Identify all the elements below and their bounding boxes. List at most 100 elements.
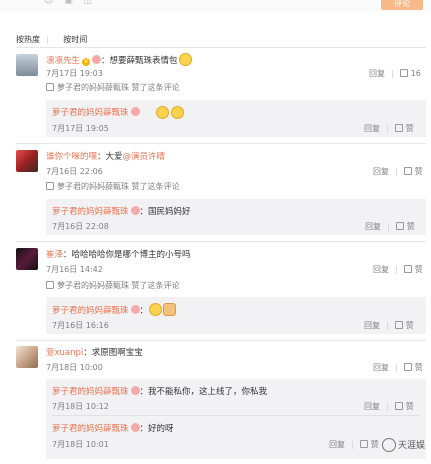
comment-username[interactable]: 崔泽 (46, 250, 63, 260)
like-icon[interactable] (394, 402, 403, 410)
comment-body: 崔泽：哈哈哈哈你是哪个博主的小号吗 (46, 248, 191, 260)
divider (16, 143, 426, 144)
like-button[interactable]: 赞 (415, 363, 423, 372)
sort-by-hot-tab[interactable]: 按热度 (16, 35, 40, 44)
reply-button[interactable]: 回复 (369, 69, 385, 78)
reply-button[interactable]: 回复 (364, 402, 380, 411)
reply-button[interactable]: 回复 (373, 363, 389, 372)
author-liked-note: 萝子君的妈妈薛甄珠 赞了这条评论 (46, 181, 180, 192)
like-button[interactable]: 赞 (406, 402, 414, 411)
comment-text: ：想要薛甄珠表情包 (101, 56, 178, 66)
like-button[interactable]: 赞 (371, 440, 379, 449)
thumbs-up-icon (46, 182, 54, 190)
reply-time: 7月16日 16:16 (52, 321, 109, 330)
like-icon[interactable] (394, 321, 403, 329)
sort-by-time-tab[interactable]: 按时间 (63, 35, 87, 44)
cat-emoji-icon (163, 303, 177, 316)
avatar[interactable] (16, 346, 38, 368)
comment-actions: 回复 | 赞 (373, 362, 423, 373)
like-icon[interactable] (399, 69, 408, 77)
comment-body: 凛凛先生 V ：想要薛甄珠表情包 (46, 53, 192, 66)
reply-text: ： (139, 306, 149, 316)
reply-button[interactable]: 回复 (373, 167, 389, 176)
avatar[interactable] (16, 54, 38, 76)
mention-link[interactable]: @演员许晴 (123, 152, 166, 162)
like-count: 16 (410, 69, 421, 78)
like-icon[interactable] (394, 124, 403, 132)
like-button[interactable]: 赞 (415, 167, 423, 176)
divider (16, 340, 426, 341)
emoji-icon (156, 106, 169, 119)
comment-text: ：哈哈哈哈你是哪个博主的小号吗 (63, 250, 191, 260)
reply-button[interactable]: 回复 (365, 222, 381, 231)
reply-box: 萝子君的妈妈薛甄珠 ：我不能私你，这上线了，你私我 7月18日 10:12 回复 |… (46, 379, 426, 459)
reply-username[interactable]: 萝子君的妈妈薛甄珠 (52, 306, 129, 316)
member-icon (130, 386, 140, 395)
like-button[interactable]: 赞 (406, 321, 414, 330)
reply-actions: 回复 | 赞 (365, 221, 415, 232)
reply-actions: 回复 | 赞 (364, 320, 414, 331)
reply-time: 7月17日 19:05 (52, 124, 109, 133)
comment-time: 7月17日 19:03 (46, 69, 103, 78)
action-separator: | (386, 402, 389, 411)
reply-box: 萝子君的妈妈薛甄珠 ：国民妈妈好 7月16日 22:08 回复 | 赞 (46, 199, 426, 235)
like-icon[interactable] (403, 167, 412, 175)
like-icon[interactable] (403, 363, 412, 371)
toolbar-icons[interactable]: ☺ ▣ ◫ (44, 0, 96, 6)
author-liked-text: 萝子君的妈妈薛甄珠 赞了这条评论 (57, 182, 180, 191)
divider (16, 241, 426, 242)
comment-time: 7月16日 22:06 (46, 167, 103, 176)
reply-box: 萝子君的妈妈薛甄珠 7月17日 19:05 回复 | 赞 (46, 100, 426, 137)
wechat-logo-icon (381, 438, 396, 452)
reply-body: 萝子君的妈妈薛甄珠 ：国民妈妈好 (52, 205, 191, 217)
like-button[interactable]: 赞 (407, 222, 415, 231)
comment-time: 7月18日 10:00 (46, 363, 103, 372)
reply-username[interactable]: 萝子君的妈妈薛甄珠 (52, 387, 129, 397)
reply-button[interactable]: 回复 (364, 321, 380, 330)
comment-username[interactable]: 凛凛先生 (46, 56, 80, 66)
comment-body: 谁你个咪的嘿：大爱@演员许晴 (46, 150, 165, 162)
reply-button[interactable]: 回复 (373, 265, 389, 274)
reply-body: 萝子君的妈妈薛甄珠 ：好的呀 (52, 422, 174, 434)
reply-username[interactable]: 萝子君的妈妈薛甄珠 (52, 424, 129, 434)
avatar[interactable] (16, 248, 38, 270)
comment-username[interactable]: 萱xuanpi (46, 348, 83, 358)
reply-username[interactable]: 萝子君的妈妈薛甄珠 (52, 108, 129, 118)
member-icon (130, 206, 140, 215)
comment-submit-button[interactable]: 评论 (381, 0, 423, 10)
action-separator: | (351, 440, 354, 449)
action-separator: | (395, 363, 398, 372)
author-liked-text: 萝子君的妈妈薛甄珠 赞了这条评论 (57, 281, 180, 290)
comment-username[interactable]: 谁你个咪的嘿 (46, 152, 97, 162)
sort-tabs: 按热度 | 按时间 (16, 34, 93, 45)
member-icon (130, 305, 140, 314)
thumbs-up-icon (46, 83, 54, 91)
avatar[interactable] (16, 150, 38, 172)
reply-button[interactable]: 回复 (329, 440, 345, 449)
like-icon[interactable] (403, 265, 412, 273)
reply-body: 萝子君的妈妈薛甄珠 ： (52, 303, 177, 316)
reply-actions: 回复 | 赞 (329, 439, 379, 450)
like-button[interactable]: 赞 (415, 265, 423, 274)
action-separator: | (391, 69, 394, 78)
comment-text: ：大爱 (97, 152, 123, 162)
comment-time: 7月16日 14:42 (46, 265, 103, 274)
like-icon[interactable] (395, 222, 404, 230)
comment-body: 萱xuanpi：求原图啊宝宝 (46, 346, 143, 358)
reply-username[interactable]: 萝子君的妈妈薛甄珠 (52, 207, 129, 217)
action-separator: | (387, 222, 390, 231)
emoji-icon (171, 106, 184, 119)
sort-separator: | (46, 35, 49, 44)
reply-button[interactable]: 回复 (364, 124, 380, 133)
reply-box: 萝子君的妈妈薛甄珠 ： 7月16日 16:16 回复 | 赞 (46, 297, 426, 334)
comment-actions: 回复 | 赞 (373, 264, 423, 275)
reply-time: 7月18日 10:01 (52, 440, 109, 449)
like-icon[interactable] (359, 440, 368, 448)
action-separator: | (395, 265, 398, 274)
reply-time: 7月16日 22:08 (52, 222, 109, 231)
watermark-text: 天涯娱 (397, 441, 425, 451)
reply-text: ：我不能私你，这上线了，你私我 (139, 387, 268, 397)
like-button[interactable]: 赞 (406, 124, 414, 133)
action-separator: | (386, 124, 389, 133)
reply-body: 萝子君的妈妈薛甄珠 ：我不能私你，这上线了，你私我 (52, 385, 267, 397)
